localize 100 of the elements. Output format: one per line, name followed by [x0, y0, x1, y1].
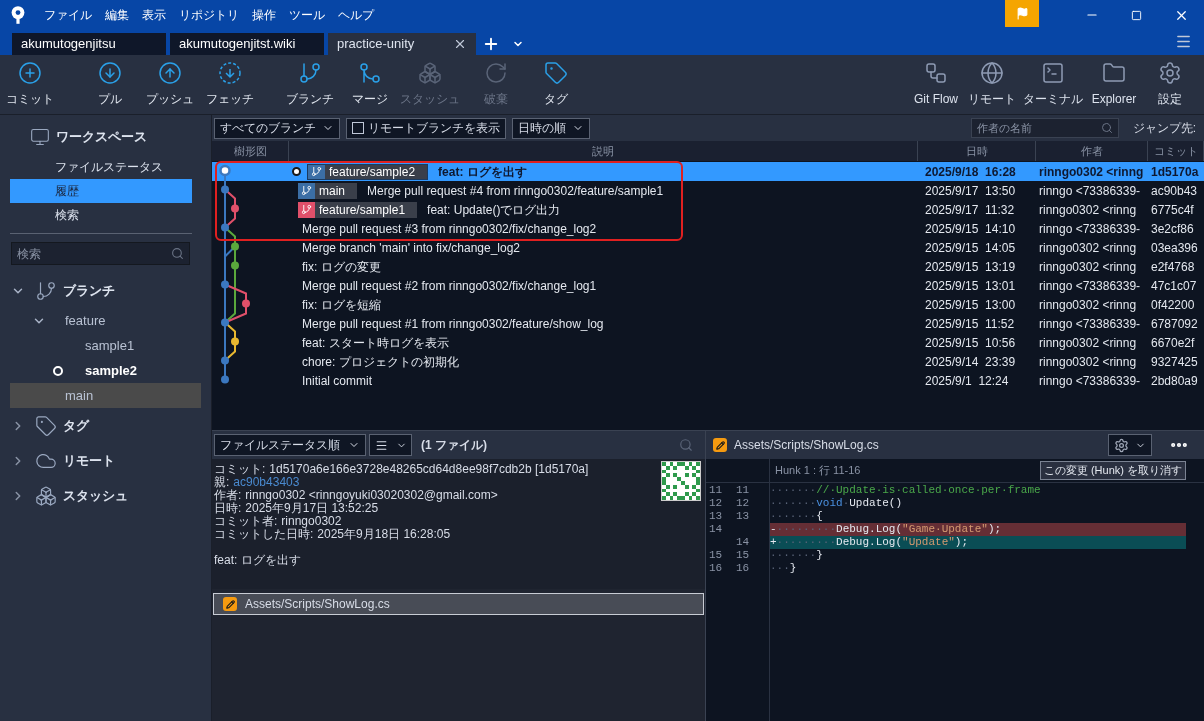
- changed-file-row[interactable]: Assets/Scripts/ShowLog.cs: [213, 593, 704, 615]
- toolbar-button[interactable]: マージ: [344, 57, 396, 112]
- commit-author: rinngo <73386339-: [1039, 373, 1141, 388]
- view-mode-dropdown[interactable]: [369, 434, 412, 456]
- menu-item[interactable]: 編集: [105, 6, 129, 24]
- commit-message: feat: ログを出す: [214, 554, 302, 567]
- line-number: 16: [709, 562, 723, 574]
- discard-hunk-button[interactable]: この変更 (Hunk) を取り消す: [1039, 461, 1186, 480]
- commit-row[interactable]: Merge pull request #3 from rinngo0302/fix/change_log2 2025/9/15 14:10 rinngo <73386339- 3e2cf86: [212, 219, 1204, 238]
- repository-tab[interactable]: akumutogenjitst.wiki: [170, 33, 324, 55]
- toolbar-button[interactable]: コミット: [4, 57, 56, 112]
- line-number: 12: [709, 497, 723, 509]
- toolbar-button[interactable]: ブランチ: [284, 57, 336, 112]
- branch-item[interactable]: main: [10, 383, 201, 408]
- sidebar-item[interactable]: 検索: [10, 203, 192, 227]
- sidebar-section[interactable]: タグ: [0, 408, 211, 443]
- toolbar-button[interactable]: リモート: [966, 57, 1018, 112]
- code-line: ·······}: [770, 549, 824, 562]
- column-header[interactable]: 日時: [918, 141, 1036, 161]
- close-icon[interactable]: [453, 37, 467, 51]
- commit-date: 2025/9/15 13:00: [924, 296, 1017, 314]
- menu-icon[interactable]: [1175, 33, 1192, 50]
- commit-date: 2025/9/15 14:10: [924, 220, 1017, 238]
- column-header[interactable]: 作者: [1036, 141, 1148, 161]
- commit-description: fix: ログを短縮: [302, 296, 381, 314]
- commit-row[interactable]: Merge pull request #1 from rinngo0302/feature/show_log 2025/9/15 11:52 rinngo <73386339- 6787092: [212, 314, 1204, 333]
- toolbar-button[interactable]: プル: [84, 57, 136, 112]
- commit-row[interactable]: main Merge pull request #4 from rinngo0302/feature/sample1 2025/9/17 13:50 rinngo <73386339- ac90b43: [212, 181, 1204, 200]
- commit-description: chore: プロジェクトの初期化: [302, 353, 459, 371]
- line-number: 16: [736, 562, 750, 574]
- toolbar-button[interactable]: ターミナル: [1022, 57, 1084, 112]
- sidebar-section[interactable]: スタッシュ: [0, 478, 211, 513]
- menu-item[interactable]: リポジトリ: [179, 6, 239, 24]
- sort-dropdown[interactable]: ファイルステータス順: [214, 434, 366, 456]
- menu-item[interactable]: 表示: [142, 6, 166, 24]
- menu-item[interactable]: ヘルプ: [338, 6, 374, 24]
- search-field[interactable]: 検索: [11, 242, 190, 265]
- show-remote-checkbox[interactable]: リモートブランチを表示: [346, 117, 506, 139]
- commit-node: [231, 242, 239, 251]
- commit-row[interactable]: feat: スタート時ログを表示 2025/9/15 10:56 rinngo0302 <rinng 6670e2f: [212, 333, 1204, 352]
- commit-row[interactable]: Merge branch 'main' into fix/change_log2 2025/9/15 14:05 rinngo0302 <rinng 03ea396: [212, 238, 1204, 257]
- menu-item[interactable]: ファイル: [44, 6, 92, 24]
- commit-description: Merge branch 'main' into fix/change_log2: [302, 239, 521, 257]
- toolbar-button[interactable]: Git Flow: [910, 57, 962, 112]
- commit-description: feat: ログを出す: [438, 163, 527, 181]
- commit-hash: 1d5170a: [1151, 164, 1199, 179]
- commit-author: rinngo0302 <rinng: [1039, 164, 1144, 179]
- commit-description: Initial commit: [302, 372, 372, 390]
- stash-icon: [418, 61, 442, 85]
- settings-dropdown[interactable]: [1108, 434, 1152, 456]
- commit-date: 2025/9/14 23:39: [924, 353, 1017, 371]
- line-number: 11: [709, 484, 723, 496]
- menu-item[interactable]: ツール: [289, 6, 325, 24]
- toolbar-button[interactable]: タグ: [530, 57, 582, 112]
- detail-value: rinngo0302 <rinngoyuki03020302@gmail.com>: [245, 489, 498, 502]
- rotate-icon: [484, 61, 508, 85]
- column-header[interactable]: 説明: [289, 141, 918, 161]
- detail-label: コミットした日時:: [214, 528, 314, 541]
- commit-row[interactable]: fix: ログの変更 2025/9/15 13:19 rinngo0302 <rinng e2f4768: [212, 257, 1204, 276]
- commit-row[interactable]: chore: プロジェクトの初期化 2025/9/14 23:39 rinngo0302 <rinng 9327425: [212, 352, 1204, 371]
- commit-node: [242, 299, 250, 308]
- detail-label: コミット者:: [214, 515, 278, 528]
- toolbar-button[interactable]: フェッチ: [204, 57, 256, 112]
- order-dropdown[interactable]: 日時の順: [512, 117, 590, 139]
- toolbar-button[interactable]: 設定: [1144, 57, 1196, 112]
- sidebar-section[interactable]: ブランチ: [0, 273, 211, 308]
- commit-author: rinngo0302 <rinng: [1039, 240, 1137, 255]
- detail-value: 1d5170a6e166e3728e48265cd64d8ee98f7cdb2b [1d5170a]: [269, 463, 589, 476]
- parent-commit-link[interactable]: ac90b43403: [233, 476, 300, 489]
- commit-row[interactable]: fix: ログを短縮 2025/9/15 13:00 rinngo0302 <rinng 0f42200: [212, 295, 1204, 314]
- commit-hash: 6775c4f: [1151, 202, 1194, 217]
- commit-date: 2025/9/15 10:56: [924, 334, 1017, 352]
- commit-row[interactable]: Initial commit 2025/9/1 12:24 rinngo <73386339- 2bd80a9: [212, 371, 1204, 390]
- commit-description: feat: スタート時ログを表示: [302, 334, 449, 352]
- repository-tab[interactable]: practice-unity: [328, 33, 476, 55]
- flow-icon: [924, 61, 948, 85]
- commit-row[interactable]: feature/sample2 feat: ログを出す 2025/9/18 16:28 rinngo0302 <rinng 1d5170a: [212, 162, 1204, 181]
- new-tab-icon[interactable]: [482, 35, 500, 53]
- column-header[interactable]: 樹形図: [212, 141, 289, 161]
- repository-tab[interactable]: akumutogenjitsu: [12, 33, 166, 55]
- branch-item[interactable]: sample1: [10, 333, 201, 358]
- commit-row[interactable]: feature/sample1 feat: Update()でログ出力 2025/9/17 11:32 rinngo0302 <rinng 6775c4f: [212, 200, 1204, 219]
- branch-filter-dropdown[interactable]: すべてのブランチ: [214, 117, 340, 139]
- sidebar-section[interactable]: リモート: [0, 443, 211, 478]
- commit-row[interactable]: Merge pull request #2 from rinngo0302/fix/change_log1 2025/9/15 13:01 rinngo <73386339- 47c1c07: [212, 276, 1204, 295]
- sidebar-item[interactable]: ファイルステータス: [10, 155, 192, 179]
- commit-node: [221, 223, 229, 232]
- commit-hash: 0f42200: [1151, 297, 1195, 312]
- commit-date: 2025/9/15 11:52: [924, 315, 1016, 333]
- menu-item[interactable]: 操作: [252, 6, 276, 24]
- file-path: Assets/Scripts/ShowLog.cs: [245, 596, 390, 613]
- sidebar-item[interactable]: 履歴: [10, 179, 192, 203]
- toolbar-button[interactable]: Explorer: [1088, 57, 1140, 112]
- detail-label: 日時:: [214, 502, 242, 515]
- column-header[interactable]: コミット: [1148, 141, 1204, 161]
- modified-file-icon: [713, 438, 727, 452]
- branch-item[interactable]: feature: [10, 308, 201, 333]
- toolbar-button[interactable]: プッシュ: [144, 57, 196, 112]
- branch-item[interactable]: sample2: [10, 358, 201, 383]
- author-search-field[interactable]: 作者の名前: [970, 118, 1119, 138]
